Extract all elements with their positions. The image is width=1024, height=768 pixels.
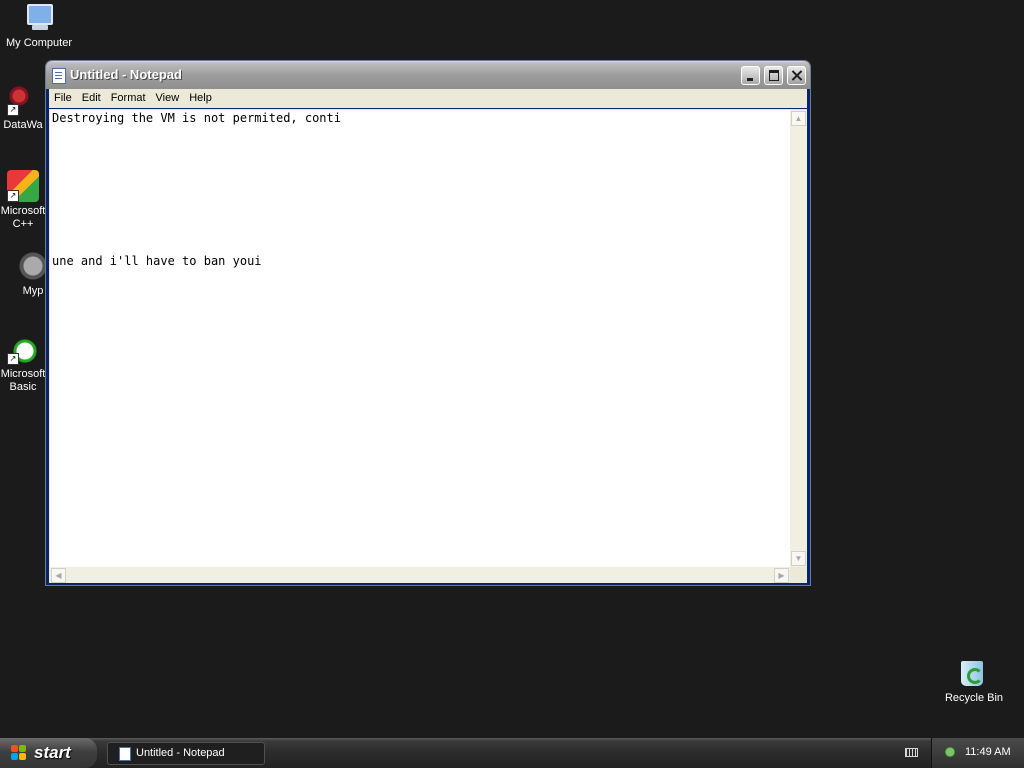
taskbar: start Untitled - Notepad 11:49 AM [0, 738, 1024, 768]
minimize-button[interactable] [741, 66, 760, 85]
scroll-up-icon[interactable]: ▲ [791, 111, 806, 126]
start-button[interactable]: start [0, 738, 97, 768]
clock[interactable]: 11:49 AM [965, 746, 1011, 759]
taskbar-button-label: Untitled - Notepad [136, 747, 225, 759]
visual-cpp-icon: ↗ [7, 170, 39, 202]
shortcut-arrow-icon: ↗ [7, 353, 19, 365]
vertical-scrollbar[interactable]: ▲ ▼ [790, 110, 807, 567]
size-grip[interactable] [790, 567, 807, 583]
text-line: Destroying the VM is not permited, conti [52, 111, 341, 125]
scroll-left-icon[interactable]: ◀ [51, 568, 66, 583]
close-button[interactable] [787, 66, 806, 85]
menu-help[interactable]: Help [184, 89, 217, 108]
desktop-icon-recycle-bin[interactable]: Recycle Bin [929, 657, 1019, 705]
notepad-icon[interactable] [52, 68, 66, 84]
window-title: Untitled - Notepad [70, 67, 182, 82]
shortcut-arrow-icon: ↗ [7, 104, 19, 116]
text-line: une and i'll have to ban youi [52, 254, 262, 268]
desktop-icon-label: My Computer [5, 37, 73, 49]
recycle-bin-icon [958, 657, 990, 689]
computer-icon [23, 2, 55, 34]
menu-view[interactable]: View [151, 89, 185, 108]
notepad-window: Untitled - Notepad File Edit Format View… [45, 60, 811, 586]
visual-basic-icon: ↗ [7, 333, 39, 365]
taskbar-button-notepad[interactable]: Untitled - Notepad [107, 742, 265, 765]
shortcut-arrow-icon: ↗ [7, 190, 19, 202]
menu-edit[interactable]: Edit [77, 89, 106, 108]
keyboard-icon[interactable] [905, 748, 918, 757]
desktop-icon-label: Recycle Bin [944, 692, 1004, 704]
client-area: Destroying the VM is not permited, conti… [49, 109, 807, 583]
title-bar[interactable]: Untitled - Notepad [46, 61, 810, 89]
horizontal-scrollbar[interactable]: ◀ ▶ [50, 567, 790, 583]
network-icon[interactable] [944, 746, 956, 758]
menu-format[interactable]: Format [106, 89, 151, 108]
maximize-button[interactable] [764, 66, 783, 85]
application-icon: ↗ [7, 84, 39, 116]
scroll-down-icon[interactable]: ▼ [791, 551, 806, 566]
system-tray: 11:49 AM [931, 738, 1024, 768]
menu-file[interactable]: File [49, 89, 77, 108]
text-editor[interactable]: Destroying the VM is not permited, conti… [50, 110, 790, 567]
scroll-right-icon[interactable]: ▶ [774, 568, 789, 583]
start-label: start [34, 743, 71, 762]
desktop-icon-my-computer[interactable]: My Computer [0, 2, 84, 50]
notepad-icon [119, 747, 131, 761]
menu-bar: File Edit Format View Help [49, 89, 807, 108]
windows-logo-icon [11, 745, 28, 761]
